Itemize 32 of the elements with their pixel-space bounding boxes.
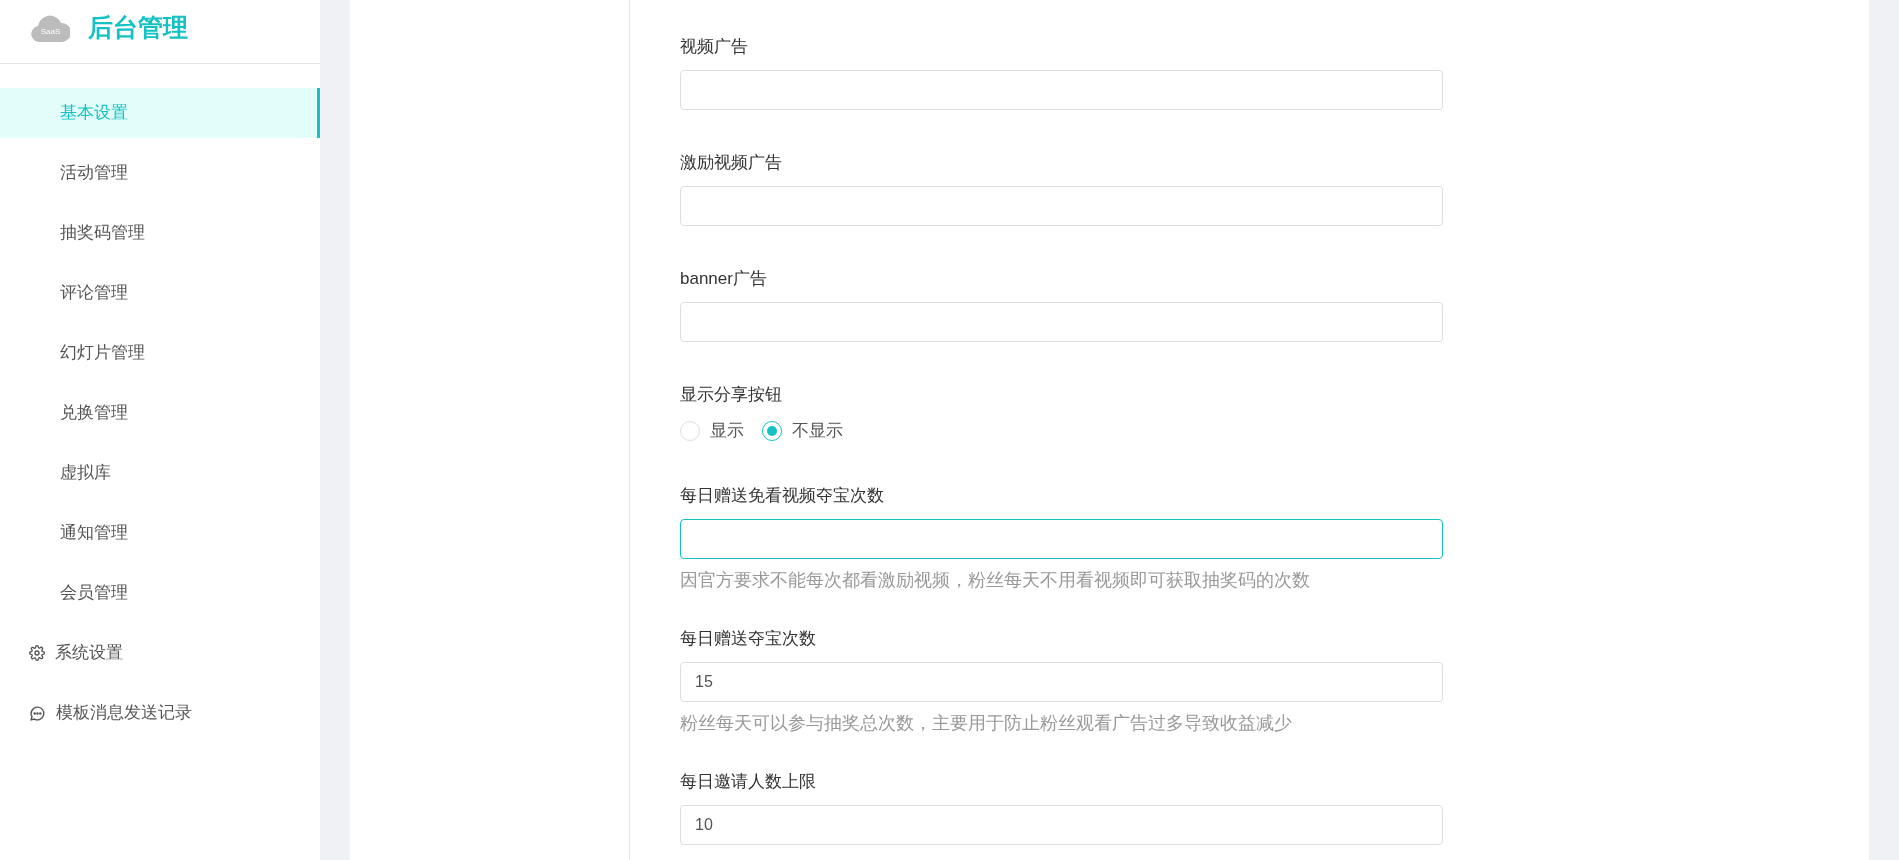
help-text: 因官方要求不能每次都看激励视频，粉丝每天不用看视频即可获取抽奖码的次数 — [680, 568, 1311, 591]
field-label: 视频广告 — [680, 36, 749, 58]
app-title: 后台管理 — [88, 11, 188, 43]
cloud-logo-icon — [31, 13, 70, 42]
sidebar-item[interactable]: 通知管理 — [0, 508, 320, 558]
chat-bubble-icon — [29, 704, 46, 722]
sidebar-item[interactable]: 系统设置 — [0, 628, 320, 678]
sidebar-item[interactable]: 评论管理 — [0, 268, 320, 318]
radio-option[interactable]: 显示 — [680, 418, 744, 444]
field-label: 每日赠送免看视频夺宝次数 — [680, 484, 885, 507]
sidebar-item[interactable]: 虚拟库 — [0, 448, 320, 498]
field-label: banner广告 — [680, 268, 768, 290]
input-field[interactable] — [680, 518, 1443, 559]
sidebar-item[interactable]: 会员管理 — [0, 568, 320, 618]
input-field[interactable] — [680, 302, 1443, 342]
help-text: 粉丝每天可以参与抽奖总次数，主要用于防止粉丝观看广告过多导致收益减少 — [680, 711, 1293, 734]
sidebar-item[interactable]: 抽奖码管理 — [0, 208, 320, 258]
field-label: 显示分享按钮 — [680, 384, 783, 406]
sidebar-item[interactable]: 幻灯片管理 — [0, 328, 320, 378]
settings-icon — [29, 645, 45, 661]
field-label: 激励视频广告 — [680, 152, 783, 174]
input-field[interactable] — [680, 70, 1443, 110]
input-field[interactable]: 10 — [680, 804, 1443, 845]
logo-badge-text: SaaS — [39, 26, 62, 37]
sidebar-item[interactable]: 模板消息发送记录 — [0, 688, 320, 738]
input-field[interactable] — [680, 186, 1443, 226]
radio-option[interactable]: 不显示 — [762, 418, 843, 444]
input-field[interactable]: 15 — [680, 661, 1443, 702]
sidebar-item[interactable]: 活动管理 — [0, 148, 320, 198]
field-label: 每日赠送夺宝次数 — [680, 627, 817, 650]
field-label: 每日邀请人数上限 — [680, 770, 817, 793]
sidebar-item[interactable]: 兑换管理 — [0, 388, 320, 438]
